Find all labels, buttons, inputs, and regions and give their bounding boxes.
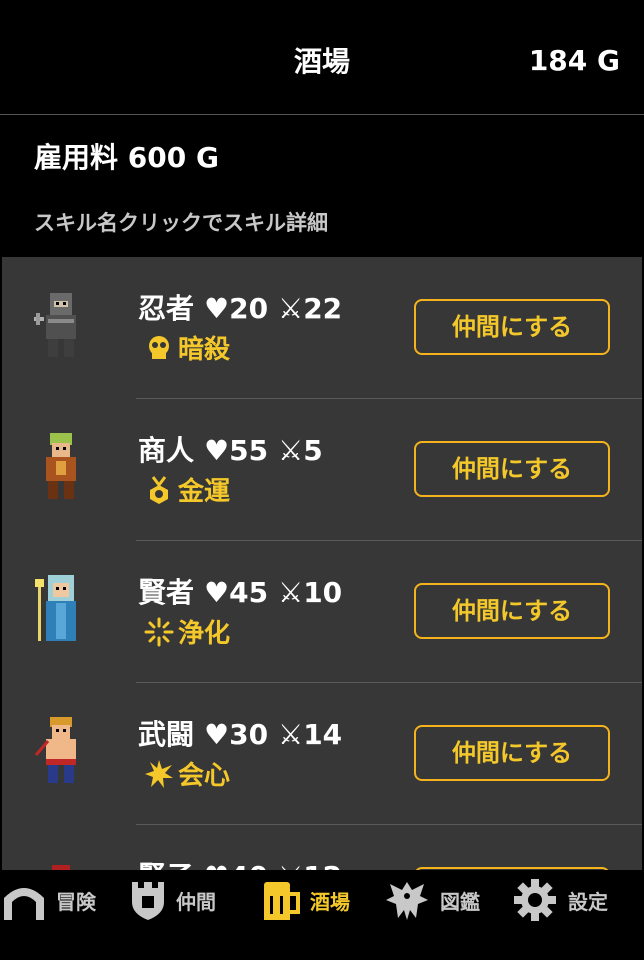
hp-stat: ♥40 — [204, 860, 268, 870]
recruit-row-merchant: 商人 ♥55 ⚔5 金運 仲間にする — [2, 399, 642, 541]
hp-stat: ♥55 — [204, 434, 269, 467]
job-name: 賢者 — [138, 576, 195, 609]
skill-link[interactable]: 浄化 — [144, 613, 230, 650]
monk-portrait — [34, 717, 76, 783]
recruit-stats: 賢者 ♥45 ⚔10 — [138, 571, 342, 611]
nav-label: 冒険 — [56, 889, 96, 914]
partial-portrait — [52, 865, 70, 870]
hp-stat: ♥20 — [204, 292, 269, 325]
job-name: 商人 — [138, 434, 195, 467]
skill-name: 金運 — [178, 477, 231, 507]
recruit-row-monk: 武闘 ♥30 ⚔14 会心 仲間にする — [2, 683, 642, 825]
sage-portrait — [35, 575, 76, 641]
recruit-stats: 商人 ♥55 ⚔5 — [138, 429, 323, 469]
job-name: 武闘 — [138, 718, 195, 751]
nav-item-encyclopedia[interactable]: 図鑑 — [384, 870, 480, 930]
nav-label: 設定 — [568, 889, 608, 914]
gold-counter: 184 G — [528, 44, 620, 77]
beer-mug-icon — [264, 882, 300, 920]
gear-icon — [514, 879, 556, 921]
recruit-button[interactable]: 仲間にする — [414, 299, 610, 355]
merchant-portrait — [46, 433, 76, 499]
dragon-icon — [386, 882, 428, 920]
ninja-portrait — [34, 293, 76, 357]
medal-icon — [150, 475, 168, 504]
skill-link[interactable]: 金運 — [144, 471, 230, 508]
nav-label: 図鑑 — [440, 889, 480, 914]
sparkle-icon — [144, 617, 174, 646]
nav-label: 仲間 — [176, 889, 216, 914]
skill-link[interactable]: 会心 — [144, 755, 230, 792]
recruit-button[interactable]: 仲間にする — [414, 725, 610, 781]
job-name: 賢子 — [138, 860, 194, 870]
attack-stat: ⚔5 — [278, 434, 323, 467]
recruit-stats: 武闘 ♥30 ⚔14 — [138, 713, 342, 753]
recruit-row-ninja: 忍者 ♥20 ⚔22 暗殺 仲間にする — [2, 257, 642, 399]
nav-label: 酒場 — [310, 889, 350, 914]
nav-item-party[interactable]: 仲間 — [130, 870, 216, 930]
recruit-button[interactable]: 仲間にする — [414, 441, 610, 497]
attack-stat: ⚔14 — [278, 718, 343, 751]
attack-stat: ⚔22 — [278, 292, 343, 325]
job-name: 忍者 — [138, 292, 195, 325]
skull-icon — [149, 335, 169, 359]
nav-item-settings[interactable]: 設定 — [512, 870, 608, 930]
attack-stat: ⚔12 — [278, 860, 342, 870]
recruit-row-sage: 賢者 ♥45 ⚔10 浄化 仲間にする — [2, 541, 642, 683]
gate-icon — [4, 888, 44, 920]
shield-icon — [132, 882, 164, 920]
recruit-row-partial: 賢子 ♥40 ⚔12 — [2, 825, 642, 870]
recruit-stats: 賢子 ♥40 ⚔12 — [138, 855, 342, 870]
skill-link[interactable]: 暗殺 — [144, 329, 230, 366]
skill-hint-text: スキル名クリックでスキル詳細 — [34, 211, 328, 235]
hire-fee-label: 雇用料 600 G — [34, 141, 219, 174]
skill-name: 暗殺 — [178, 335, 231, 365]
burst-icon — [145, 759, 173, 788]
skill-name: 会心 — [178, 761, 231, 791]
bottom-nav: 冒険 仲間 酒場 図鑑 設定 — [0, 870, 644, 960]
nav-item-adventure[interactable]: 冒険 — [2, 870, 96, 930]
recruit-button[interactable]: 仲間にする — [414, 583, 610, 639]
nav-item-tavern[interactable]: 酒場 — [258, 870, 350, 930]
top-bar: 酒場 184 G — [0, 0, 644, 115]
attack-stat: ⚔10 — [278, 576, 343, 609]
hp-stat: ♥45 — [204, 576, 269, 609]
recruit-list[interactable]: 忍者 ♥20 ⚔22 暗殺 仲間にする 商人 ♥55 ⚔5 金運 仲間にする 賢… — [2, 257, 642, 870]
skill-name: 浄化 — [178, 619, 231, 649]
hp-stat: ♥30 — [204, 718, 269, 751]
recruit-stats: 忍者 ♥20 ⚔22 — [138, 287, 342, 327]
